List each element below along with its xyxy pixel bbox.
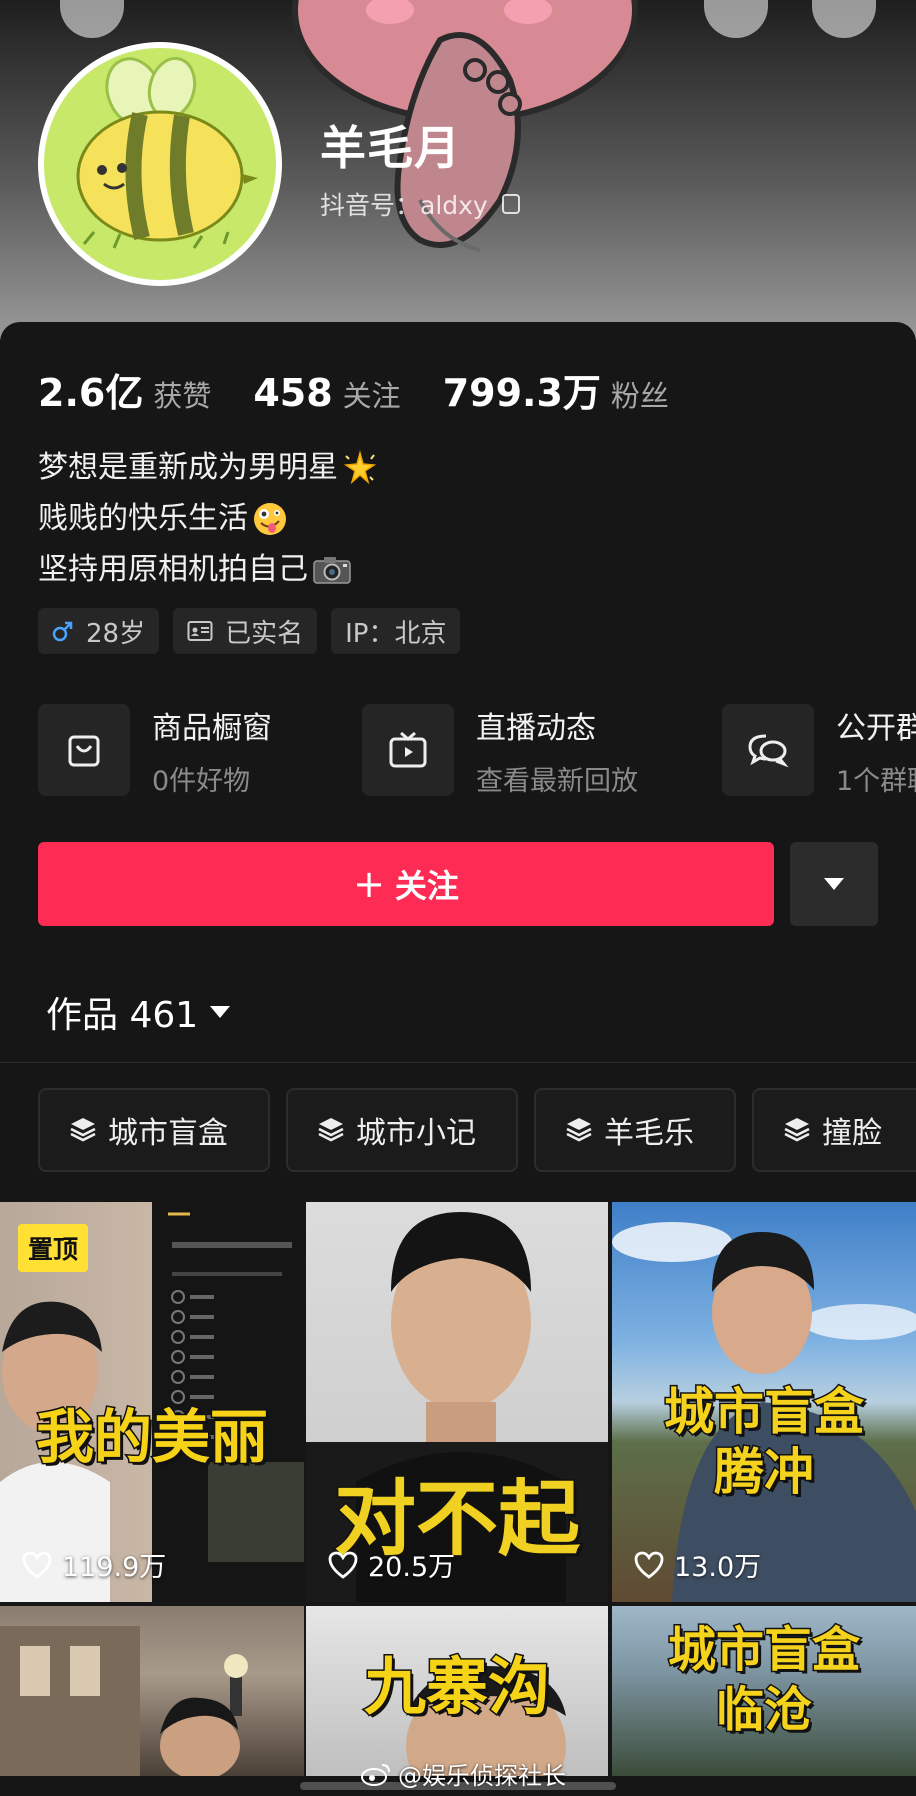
age-tag-text: 28岁	[86, 618, 146, 649]
verified-tag-text: 已实名	[225, 618, 304, 649]
douyin-id-text: 抖音号：aldxy	[320, 191, 488, 220]
collection-label: 城市小记	[356, 1116, 476, 1151]
collection-chip[interactable]: 城市盲盒	[38, 1088, 270, 1172]
heart-icon	[328, 1551, 358, 1579]
video-tile[interactable]: 城市盲盒 腾冲 13.0万	[612, 1202, 916, 1602]
shopping-bag-icon	[38, 704, 130, 796]
street-scene	[0, 1626, 248, 1776]
video-tile[interactable]: 城市盲盒 临沧	[612, 1606, 916, 1776]
collection-label: 撞脸	[822, 1116, 882, 1151]
pinned-badge: 置顶	[18, 1224, 89, 1272]
video-caption: 我的美丽	[34, 1402, 269, 1473]
stat-followers-value: 799.3万	[442, 371, 601, 415]
like-count: 20.5万	[328, 1545, 455, 1584]
video-tile[interactable]	[0, 1606, 304, 1776]
chat-bubbles-icon	[722, 704, 814, 796]
layers-icon	[316, 1115, 346, 1145]
like-count-text: 119.9万	[62, 1552, 167, 1583]
collection-label: 羊毛乐	[604, 1116, 694, 1151]
service-live-updates[interactable]: 直播动态 查看最新回放	[362, 702, 638, 798]
follow-button-label: 关注	[394, 867, 459, 905]
stats-row: 2.6亿 获赞 458 关注 799.3万 粉丝	[38, 362, 711, 417]
verified-tag: 已实名	[173, 608, 318, 654]
works-tab-label: 作品 461	[46, 995, 199, 1036]
copy-icon[interactable]	[501, 194, 520, 214]
service-subtitle: 0件好物	[152, 765, 251, 797]
collection-chip[interactable]: 城市小记	[286, 1088, 518, 1172]
stat-following-label: 关注	[342, 379, 401, 413]
service-subtitle: 1个群聊	[836, 765, 916, 797]
camera-icon	[313, 556, 351, 584]
layers-icon	[564, 1115, 594, 1145]
stat-likes-value: 2.6亿	[38, 371, 144, 415]
back-button[interactable]	[60, 0, 124, 38]
like-count-text: 20.5万	[368, 1552, 456, 1583]
stat-followers[interactable]: 799.3万 粉丝	[443, 362, 669, 417]
bee-avatar-illustration	[76, 56, 258, 249]
bio-line: 坚持用原相机拍自己	[38, 544, 378, 595]
avatar[interactable]	[38, 42, 282, 286]
profile-name: 羊毛月	[320, 121, 461, 175]
service-title: 公开群	[836, 710, 916, 746]
works-tab[interactable]: 作品 461	[46, 986, 231, 1038]
profile-header: 羊毛月 抖音号：aldxy	[0, 0, 916, 340]
bio: 梦想是重新成为男明星 贱贱的快乐生活 坚持用原相机拍自己	[38, 442, 378, 595]
age-tag: 28岁	[38, 608, 160, 654]
video-tile[interactable]: 九寨沟	[306, 1606, 608, 1776]
douyin-id[interactable]: 抖音号：aldxy	[320, 186, 520, 222]
plus-icon: +	[353, 862, 385, 906]
stat-likes-label: 获赞	[153, 379, 212, 413]
video-caption: 城市盲盒 临沧	[666, 1621, 861, 1740]
caret-down-icon	[824, 878, 844, 890]
caret-down-icon	[210, 1006, 231, 1018]
video-caption: 城市盲盒 腾冲	[663, 1382, 866, 1503]
follow-button[interactable]: + 关注	[38, 842, 774, 926]
zany-face-icon	[254, 502, 286, 535]
ip-tag-text: IP：北京	[345, 618, 447, 649]
video-tile[interactable]: 对不起 20.5万	[306, 1202, 608, 1602]
heart-icon	[22, 1551, 52, 1579]
stat-followers-label: 粉丝	[610, 379, 669, 413]
like-count: 13.0万	[634, 1545, 761, 1584]
collection-chip[interactable]: 撞脸	[752, 1088, 916, 1172]
bio-line: 梦想是重新成为男明星	[38, 442, 378, 493]
sparkle-star-icon	[343, 449, 377, 484]
services-row: 商品橱窗 0件好物 直播动态 查看最新回放 公开群 1个群	[38, 702, 916, 798]
service-public-group[interactable]: 公开群 1个群聊	[722, 702, 916, 798]
service-shop-window[interactable]: 商品橱窗 0件好物	[38, 702, 272, 798]
stat-following[interactable]: 458 关注	[253, 371, 400, 415]
ip-tag: IP：北京	[331, 608, 461, 654]
service-title: 直播动态	[476, 710, 596, 746]
profile-screen: 羊毛月 抖音号：aldxy 2.6亿 获赞 458 关注 799.3万 粉丝 梦…	[0, 0, 916, 1796]
video-tile[interactable]: 置顶 我的美丽 119.9万	[0, 1202, 304, 1602]
male-icon	[52, 620, 74, 642]
video-caption: 九寨沟	[362, 1649, 551, 1725]
bio-line-text: 坚持用原相机拍自己	[38, 552, 308, 587]
bio-line-text: 贱贱的快乐生活	[38, 501, 248, 536]
more-menu-button[interactable]	[812, 0, 876, 38]
divider	[0, 1062, 916, 1063]
like-count: 119.9万	[22, 1545, 166, 1584]
service-subtitle: 查看最新回放	[476, 765, 638, 797]
more-options-button[interactable]	[790, 842, 878, 926]
stat-following-value: 458	[253, 371, 333, 415]
heart-icon	[634, 1551, 664, 1579]
profile-tags: 28岁 已实名 IP：北京	[38, 608, 461, 654]
stat-likes[interactable]: 2.6亿 获赞	[38, 362, 211, 417]
search-button[interactable]	[704, 0, 768, 38]
service-title: 商品橱窗	[152, 710, 272, 746]
layers-icon	[68, 1115, 98, 1145]
bio-line: 贱贱的快乐生活	[38, 493, 378, 544]
id-card-icon	[187, 620, 213, 642]
tv-icon	[362, 704, 454, 796]
bio-line-text: 梦想是重新成为男明星	[38, 450, 338, 485]
collections-row: 城市盲盒 城市小记 羊毛乐 撞脸	[38, 1088, 916, 1172]
home-indicator[interactable]	[300, 1782, 616, 1790]
collection-label: 城市盲盒	[108, 1116, 228, 1151]
layers-icon	[782, 1115, 812, 1145]
like-count-text: 13.0万	[674, 1552, 762, 1583]
collection-chip[interactable]: 羊毛乐	[534, 1088, 736, 1172]
